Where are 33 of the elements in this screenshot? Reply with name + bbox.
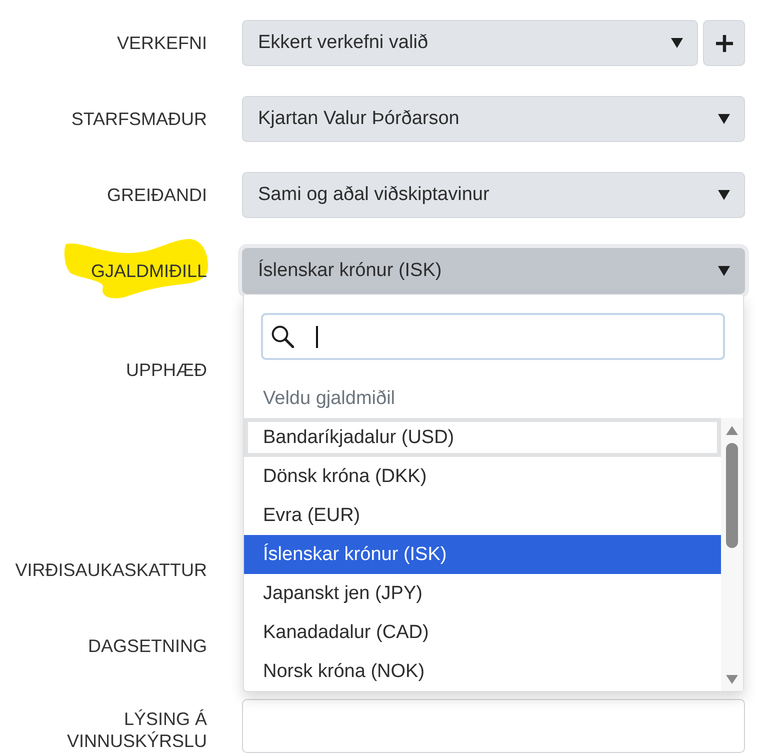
select-dropdown[interactable]: Kjartan Valur Þórðarson xyxy=(242,96,745,142)
scrollbar-track[interactable] xyxy=(721,418,743,691)
dropdown-option[interactable]: Dönsk króna (DKK) xyxy=(244,457,721,496)
dropdown-option[interactable]: Japanskt jen (JPY) xyxy=(244,574,721,613)
dropdown-option[interactable]: Norsk króna (NOK) xyxy=(244,652,721,691)
select-dropdown[interactable]: Ekkert verkefni valið xyxy=(242,20,698,66)
select-dropdown[interactable]: Sami og aðal viðskiptavinur xyxy=(242,172,745,218)
field-label: GJALDMIÐILL xyxy=(90,260,207,282)
scrollbar-thumb[interactable] xyxy=(726,443,738,548)
scroll-up-arrow-icon xyxy=(726,426,738,435)
field-label: UPPHÆÐ xyxy=(126,359,207,381)
field-label: DAGSETNING xyxy=(88,635,207,657)
field-label: STARFSMAÐUR xyxy=(71,108,207,130)
scroll-down-arrow-icon xyxy=(726,675,738,684)
dropdown-option[interactable]: Evra (EUR) xyxy=(244,496,721,535)
text-area[interactable] xyxy=(242,699,745,753)
caret-down-icon xyxy=(671,38,683,48)
search-icon xyxy=(271,325,294,348)
add-button[interactable] xyxy=(703,20,745,66)
caret-down-icon xyxy=(718,266,730,276)
plus-icon xyxy=(716,34,732,52)
dropdown-option[interactable]: Kanadadalur (CAD) xyxy=(244,613,721,652)
field-label: VIRÐISAUKASKATTUR xyxy=(15,559,207,581)
caret-down-icon xyxy=(718,190,730,200)
dropdown-hint: Veldu gjaldmiðil xyxy=(263,387,396,411)
dropdown-option[interactable]: Bandaríkjadalur (USD) xyxy=(244,418,721,457)
search-field[interactable] xyxy=(261,313,725,360)
dropdown-option[interactable]: Íslenskar krónur (ISK) xyxy=(244,535,721,574)
field-label: GREIÐANDI xyxy=(106,184,207,206)
field-label: VERKEFNI xyxy=(116,32,207,54)
caret-down-icon xyxy=(718,114,730,124)
field-label: LÝSING Á VINNUSKÝRSLU xyxy=(66,708,207,752)
text-cursor-icon xyxy=(316,326,318,348)
